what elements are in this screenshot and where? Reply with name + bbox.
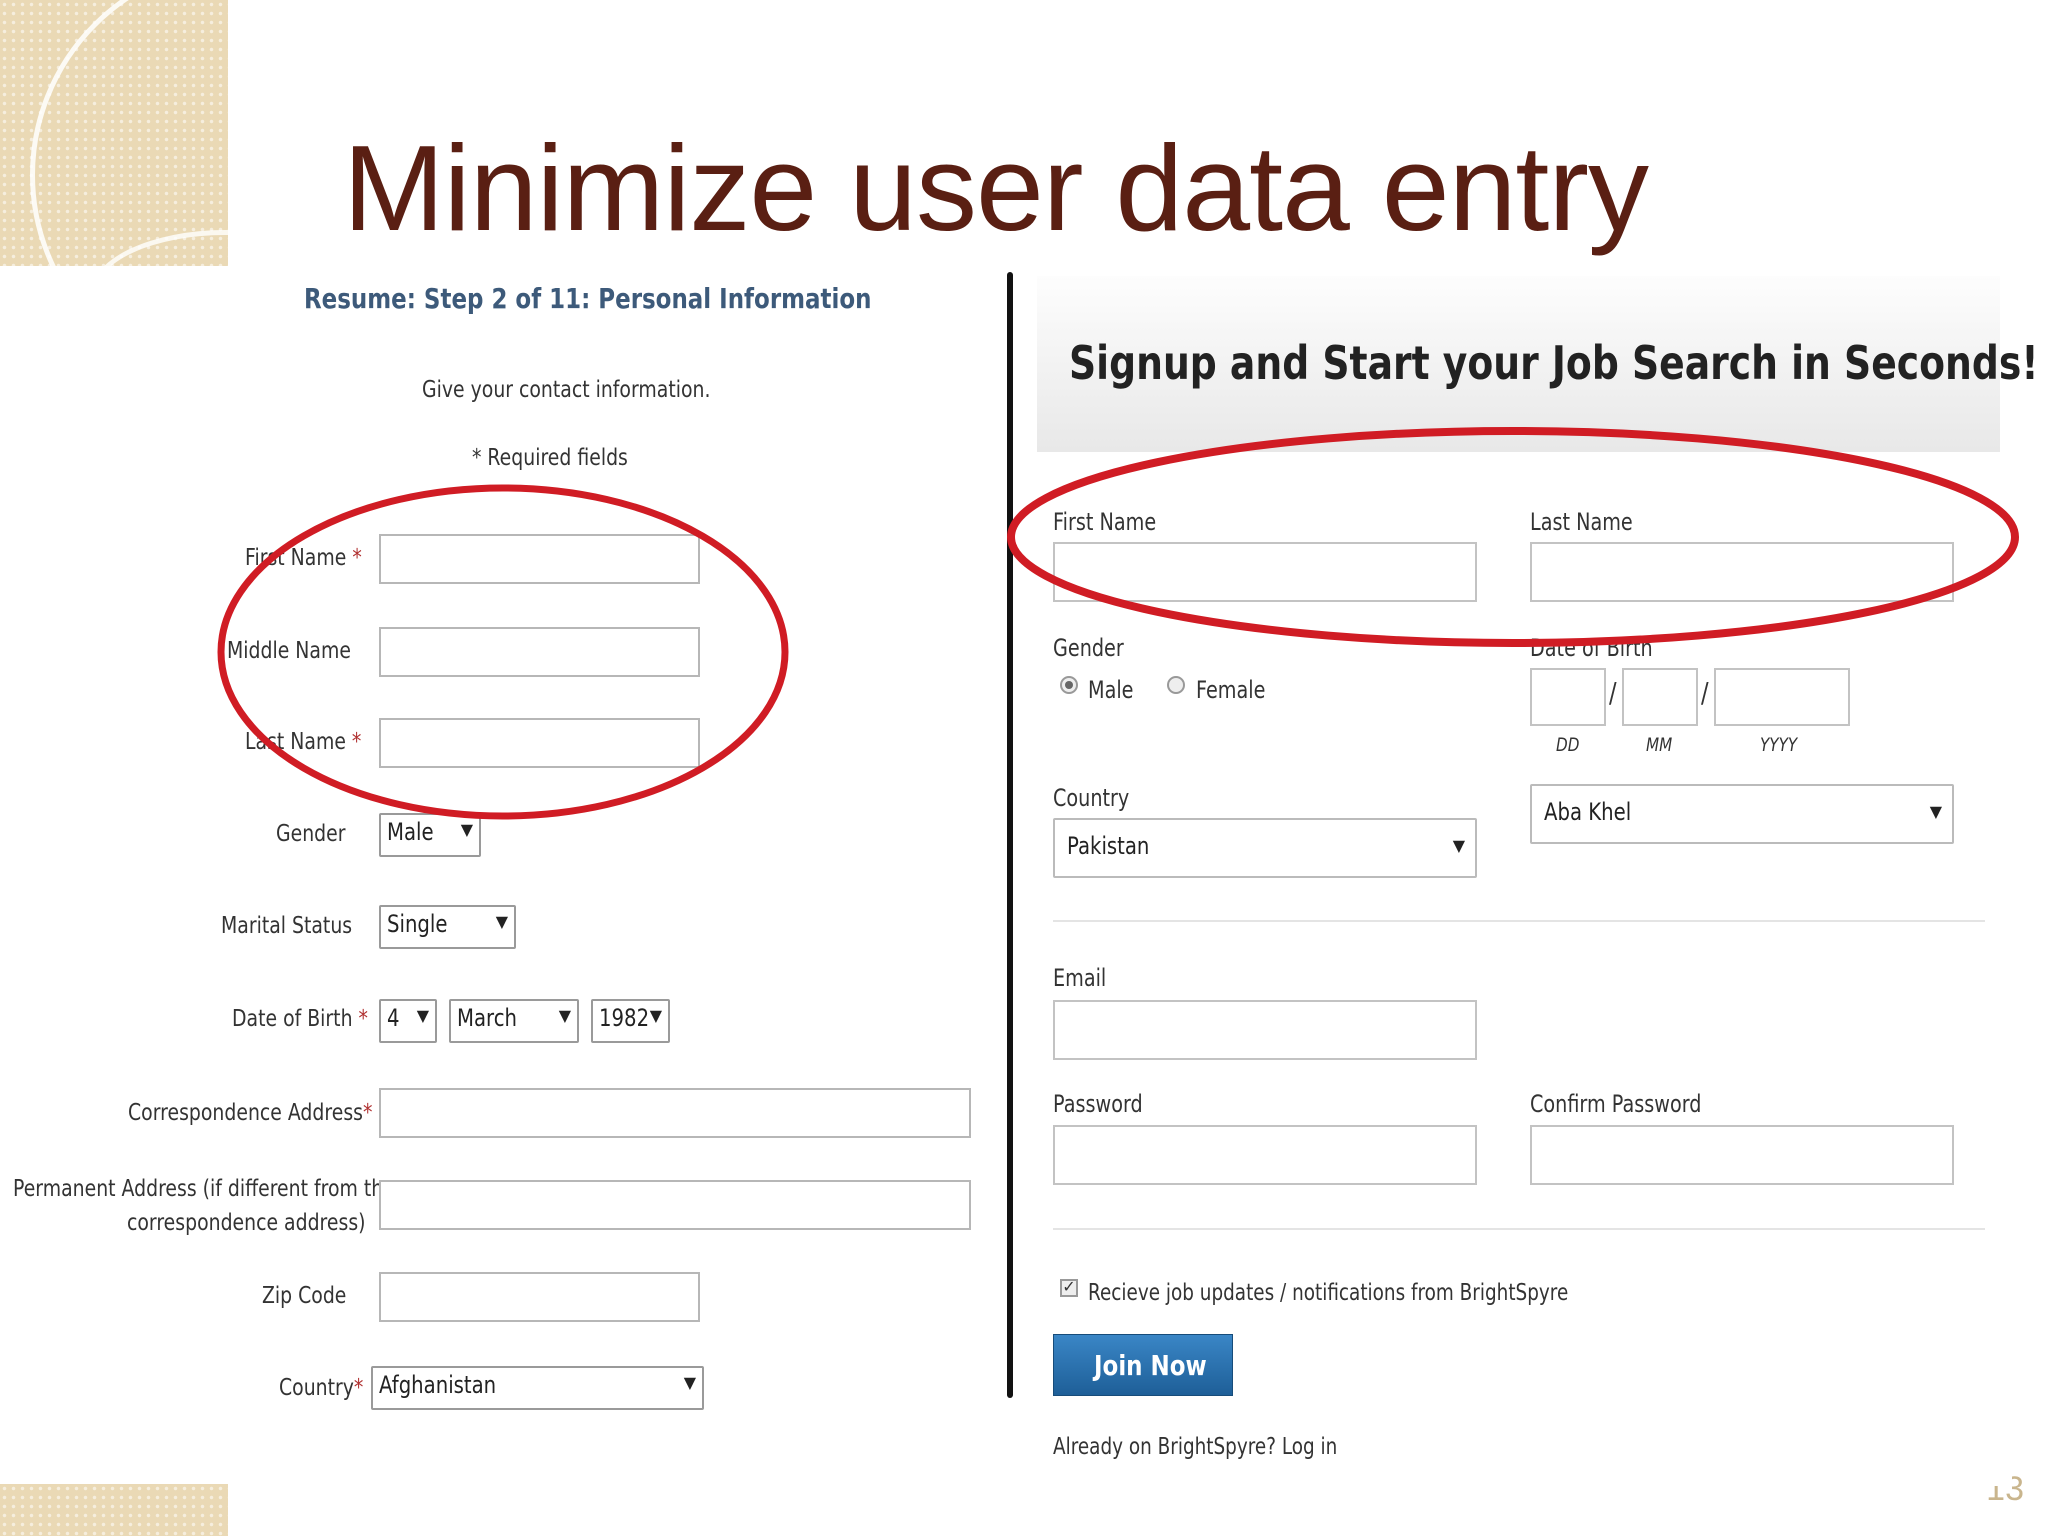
highlight-ovals [217,427,2019,820]
right-name-highlight-oval [1007,427,2019,647]
left-name-highlight-oval [217,484,789,820]
